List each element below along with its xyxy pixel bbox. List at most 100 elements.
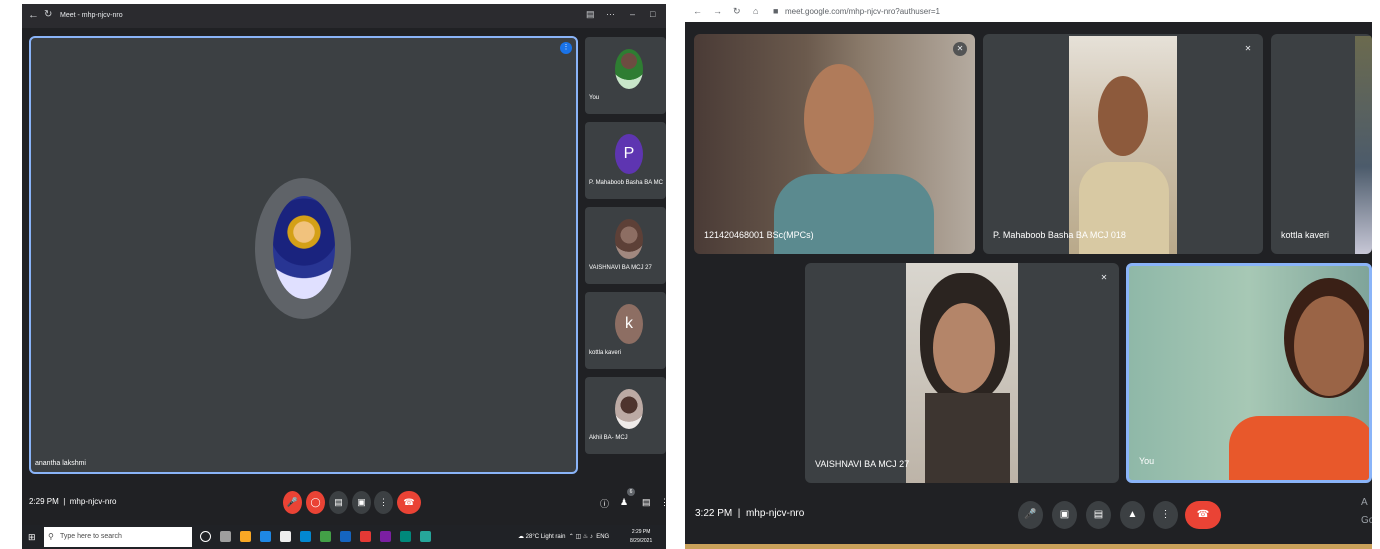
browser-url-bar: ← → ↻ ⌂ ■ meet.google.com/mhp-njcv-nro?a… [685,4,1372,22]
app-icon[interactable] [340,531,351,542]
taskbar-time: 2:29 PM [631,529,651,535]
participant-tile[interactable]: ✕ P. Mahaboob Basha BA MCJ 018 [983,34,1263,254]
search-icon: ⚲ [48,532,54,541]
meeting-clock: 3:22 PM | mhp-njcv-nro [695,508,805,519]
activities-icon[interactable]: ⋮ [660,497,666,508]
edge-text-line: Go [1361,515,1372,526]
task-view-icon[interactable] [220,531,231,542]
side-tile-vaishnavi[interactable]: VAISHNAVI BA MCJ 27 [585,207,666,284]
system-tray: ☁ 28°C Light rain ⌃ ◫ ♨ ♪ ENG [518,534,610,540]
reload-icon[interactable]: ↻ [44,9,52,20]
side-tile-kaveri[interactable]: k kottla kaveri [585,292,666,369]
participant-name: 121420468001 BSc(MPCs) [704,230,814,240]
edge-text: A Go [1361,494,1372,530]
visual-studio-icon[interactable] [380,531,391,542]
participant-video [933,303,995,393]
taskbar-search-input[interactable]: ⚲ Type here to search [44,527,192,547]
participant-tile[interactable]: kottla kaveri [1271,34,1372,254]
avatar [615,49,643,89]
app-icon[interactable] [360,531,371,542]
language-indicator[interactable]: ENG [596,534,609,540]
forward-icon[interactable]: → [713,6,722,16]
back-icon[interactable]: ← [28,9,39,21]
side-tile-akhil[interactable]: Akhil BA- MCJ [585,377,666,454]
clock-time: 2:29 PM [29,497,59,506]
participant-name: kottla kaveri [1281,230,1330,240]
end-call-icon[interactable]: ☎ [397,491,421,514]
info-icon[interactable]: ⓘ [600,497,609,510]
captions-icon[interactable]: ▤ [1086,501,1111,529]
meeting-controls-bar: 2:29 PM | mhp-njcv-nro 🎤 ◯ ▤ ▣ ⋮ ☎ ⓘ ♟ 6… [22,482,666,524]
weather-text[interactable]: 28°C Light rain [526,534,566,540]
participant-video [774,174,934,254]
left-meet-window: ← ↻ Meet - mhp-njcv-nro ▤ ⋯ – □ ⋮ ananth… [22,4,666,549]
reload-icon[interactable]: ↻ [733,6,741,17]
window-title: Meet - mhp-njcv-nro [60,12,123,19]
participant-video [804,64,874,174]
side-tile-mahaboob[interactable]: P P. Mahaboob Basha BA MC [585,122,666,199]
more-vert-icon[interactable]: ⋮ [1153,501,1178,529]
captions-icon[interactable]: ▤ [329,491,348,514]
mail-icon[interactable] [260,531,271,542]
bottom-strip [685,544,1372,549]
url-text[interactable]: meet.google.com/mhp-njcv-nro?authuser=1 [785,7,940,16]
lock-icon: ■ [773,6,779,16]
window-title-bar: ← ↻ Meet - mhp-njcv-nro ▤ ⋯ – □ [22,4,666,28]
mic-off-icon: ✕ [953,42,967,56]
mic-off-icon[interactable]: 🎤 [283,491,302,514]
clock-time: 3:22 PM [695,508,733,519]
back-icon[interactable]: ← [693,6,702,16]
meeting-code: mhp-njcv-nro [745,508,805,519]
self-view-tile[interactable]: You [1126,263,1372,483]
chrome-icon[interactable] [320,531,331,542]
taskbar-clock[interactable]: 2:29 PM 8/29/2021 [630,528,652,546]
avatar [615,219,643,259]
maximize-icon[interactable]: □ [650,9,655,19]
chat-icon[interactable]: ▤ [642,497,651,508]
end-call-icon[interactable]: ☎ [1185,501,1221,529]
minimize-icon[interactable]: – [630,9,635,19]
avatar [273,196,335,299]
participant-video [1079,162,1169,254]
mic-icon[interactable]: 🎤 [1018,501,1043,529]
edge-icon[interactable] [300,531,311,542]
participant-video [1355,36,1372,254]
store-icon[interactable] [280,531,291,542]
cast-icon[interactable]: ▤ [586,9,595,20]
main-participant-tile[interactable]: ⋮ anantha lakshmi [29,36,578,474]
participant-name: Akhil BA- MCJ [589,435,628,441]
mic-off-icon: ✕ [1097,271,1111,285]
cortana-icon[interactable] [200,531,211,542]
participant-tile[interactable]: ✕ VAISHNAVI BA MCJ 27 [805,263,1119,483]
participant-name: VAISHNAVI BA MCJ 27 [815,459,910,469]
present-icon[interactable]: ▲ [1120,501,1145,529]
participant-name: VAISHNAVI BA MCJ 27 [589,265,652,271]
participant-video [1229,416,1369,480]
participant-video [1294,296,1364,396]
participant-video [1098,76,1148,156]
present-icon[interactable]: ▣ [352,491,371,514]
meet-app-icon[interactable] [400,531,411,542]
side-tile-you[interactable]: You [585,37,666,114]
windows-taskbar: ⊞ ⚲ Type here to search ☁ 28°C Light rai… [22,525,666,549]
people-count-badge: 6 [627,488,635,496]
meeting-clock: 2:29 PM | mhp-njcv-nro [29,497,117,506]
settings-dots-icon[interactable]: ⋯ [606,9,615,20]
people-icon[interactable]: ♟ [620,497,628,508]
participant-tile[interactable]: ✕ 121420468001 BSc(MPCs) [694,34,975,254]
windows-start-icon[interactable]: ⊞ [28,532,36,543]
participant-video [925,393,1010,483]
home-icon[interactable]: ⌂ [753,6,758,16]
participant-name: kottla kaveri [589,350,622,356]
file-explorer-icon[interactable] [240,531,251,542]
participant-name: You [589,95,600,101]
weather-icon: ☁ [518,534,524,540]
meeting-code: mhp-njcv-nro [69,497,117,506]
participant-name: P. Mahaboob Basha BA MCJ 018 [993,230,1126,240]
more-vert-icon[interactable]: ⋮ [374,491,393,514]
right-meet-window: ← → ↻ ⌂ ■ meet.google.com/mhp-njcv-nro?a… [685,4,1372,549]
app-icon[interactable] [420,531,431,542]
search-placeholder: Type here to search [60,533,122,540]
camera-off-icon[interactable]: ◯ [306,491,325,514]
camera-icon[interactable]: ▣ [1052,501,1077,529]
